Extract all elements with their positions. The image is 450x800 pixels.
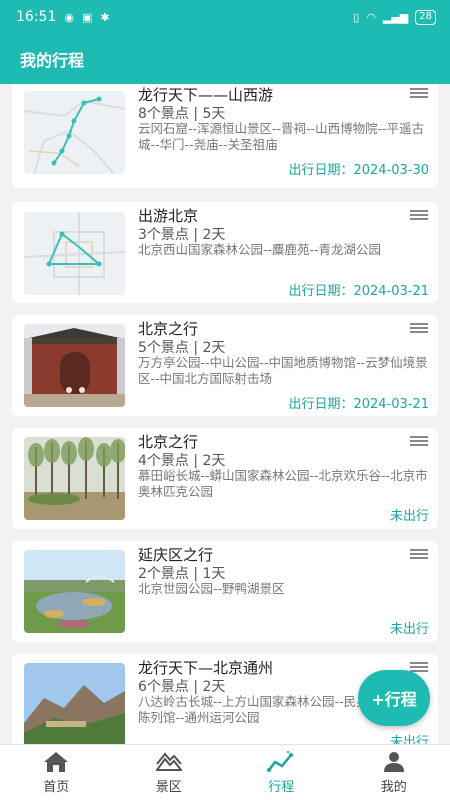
battery-level: 28 bbox=[415, 9, 436, 25]
tab-trip[interactable]: 行程 bbox=[225, 745, 338, 800]
drag-handle-icon[interactable] bbox=[410, 210, 428, 220]
add-trip-label: +行程 bbox=[371, 690, 417, 709]
nfc-icon: ▣ bbox=[81, 10, 93, 24]
forest-photo bbox=[24, 437, 125, 520]
trip-status: 未出行 bbox=[389, 622, 429, 637]
trip-meta: 8个景点 | 5天 bbox=[138, 106, 226, 122]
clock: 16:51 bbox=[16, 9, 57, 25]
tab-label: 首页 bbox=[43, 779, 70, 795]
tab-mine[interactable]: 我的 bbox=[338, 745, 450, 800]
page-title: 我的行程 bbox=[20, 51, 85, 70]
trip-list[interactable]: 龙行天下——山西游 8个景点 | 5天 云冈石窟--浑源恒山景区--晋祠--山西… bbox=[0, 84, 450, 744]
trip-title: 延庆区之行 bbox=[138, 546, 214, 564]
eye-icon: ◉ bbox=[64, 10, 74, 24]
map-route-thumbnail bbox=[24, 212, 125, 295]
trip-status: 未出行 bbox=[389, 735, 429, 744]
trip-title: 龙行天下——山西游 bbox=[138, 86, 274, 104]
tab-label: 行程 bbox=[268, 779, 295, 795]
drag-handle-icon[interactable] bbox=[410, 662, 428, 672]
trip-route: 慕田峪长城--蟒山国家森林公园--北京欢乐谷--北京市奥林匹克公园 bbox=[138, 468, 428, 499]
wifi-icon: ◠ bbox=[366, 10, 376, 24]
tab-label: 我的 bbox=[380, 779, 407, 795]
trip-status: 出行日期：2024-03-30 bbox=[288, 163, 429, 178]
trip-status: 未出行 bbox=[389, 509, 429, 524]
trip-status: 出行日期：2024-03-21 bbox=[288, 284, 429, 299]
trip-status: 出行日期：2024-03-21 bbox=[288, 397, 429, 412]
trip-title: 北京之行 bbox=[138, 320, 199, 338]
trip-title: 北京之行 bbox=[138, 433, 199, 451]
signal-icon: ▂▄▆ bbox=[382, 10, 409, 24]
trip-card[interactable]: 北京之行 5个景点 | 2天 万方亭公园--中山公园--中国地质博物馆--云梦仙… bbox=[12, 315, 438, 416]
bottom-tab-bar: 首页 景区 行程 我的 bbox=[0, 744, 450, 800]
vibrate-icon: ▯ bbox=[353, 10, 360, 24]
garden-photo bbox=[24, 550, 125, 633]
trip-card[interactable]: 出游北京 3个景点 | 2天 北京西山国家森林公园--麋鹿苑--青龙湖公园 出行… bbox=[12, 202, 438, 303]
drag-handle-icon[interactable] bbox=[410, 88, 428, 98]
trip-route: 北京西山国家森林公园--麋鹿苑--青龙湖公园 bbox=[138, 242, 382, 257]
map-route-thumbnail bbox=[24, 91, 125, 174]
route-icon bbox=[267, 750, 294, 772]
trip-title: 龙行天下—北京通州 bbox=[138, 659, 274, 677]
trip-card[interactable]: 延庆区之行 2个景点 | 1天 北京世园公园--野鸭湖景区 未出行 bbox=[12, 541, 438, 642]
trip-meta: 5个景点 | 2天 bbox=[138, 340, 226, 356]
trip-route: 万方亭公园--中山公园--中国地质博物馆--云梦仙境景区--中国北方国际射击场 bbox=[138, 355, 428, 386]
mountain-photo bbox=[24, 663, 125, 744]
trip-route: 北京世园公园--野鸭湖景区 bbox=[138, 581, 285, 596]
trip-title: 出游北京 bbox=[138, 207, 199, 225]
app-header: 我的行程 bbox=[0, 34, 450, 84]
tab-home[interactable]: 首页 bbox=[0, 745, 113, 800]
trip-card[interactable]: 龙行天下——山西游 8个景点 | 5天 云冈石窟--浑源恒山景区--晋祠--山西… bbox=[12, 84, 438, 188]
status-bar: 16:51 ◉ ▣ ✱ ▯ ◠ ▂▄▆ 28 bbox=[0, 0, 450, 34]
temple-gate-photo bbox=[24, 324, 125, 407]
trip-meta: 4个景点 | 2天 bbox=[138, 453, 226, 469]
trip-meta: 2个景点 | 1天 bbox=[138, 566, 226, 582]
add-trip-button[interactable]: +行程 bbox=[358, 670, 430, 726]
drag-handle-icon[interactable] bbox=[410, 549, 428, 559]
trip-meta: 6个景点 | 2天 bbox=[138, 679, 226, 695]
drag-handle-icon[interactable] bbox=[410, 436, 428, 446]
tab-label: 景区 bbox=[155, 779, 182, 795]
trip-card[interactable]: 北京之行 4个景点 | 2天 慕田峪长城--蟒山国家森林公园--北京欢乐谷--北… bbox=[12, 428, 438, 529]
trip-meta: 3个景点 | 2天 bbox=[138, 227, 226, 243]
tab-scenic[interactable]: 景区 bbox=[113, 745, 226, 800]
drag-handle-icon[interactable] bbox=[410, 323, 428, 333]
bluetooth-icon: ✱ bbox=[100, 10, 110, 24]
trip-route: 云冈石窟--浑源恒山景区--晋祠--山西博物院--平遥古城--华门--尧庙--关… bbox=[138, 121, 425, 152]
user-icon bbox=[383, 751, 404, 772]
home-icon bbox=[44, 751, 69, 772]
mountain-icon bbox=[155, 751, 182, 771]
